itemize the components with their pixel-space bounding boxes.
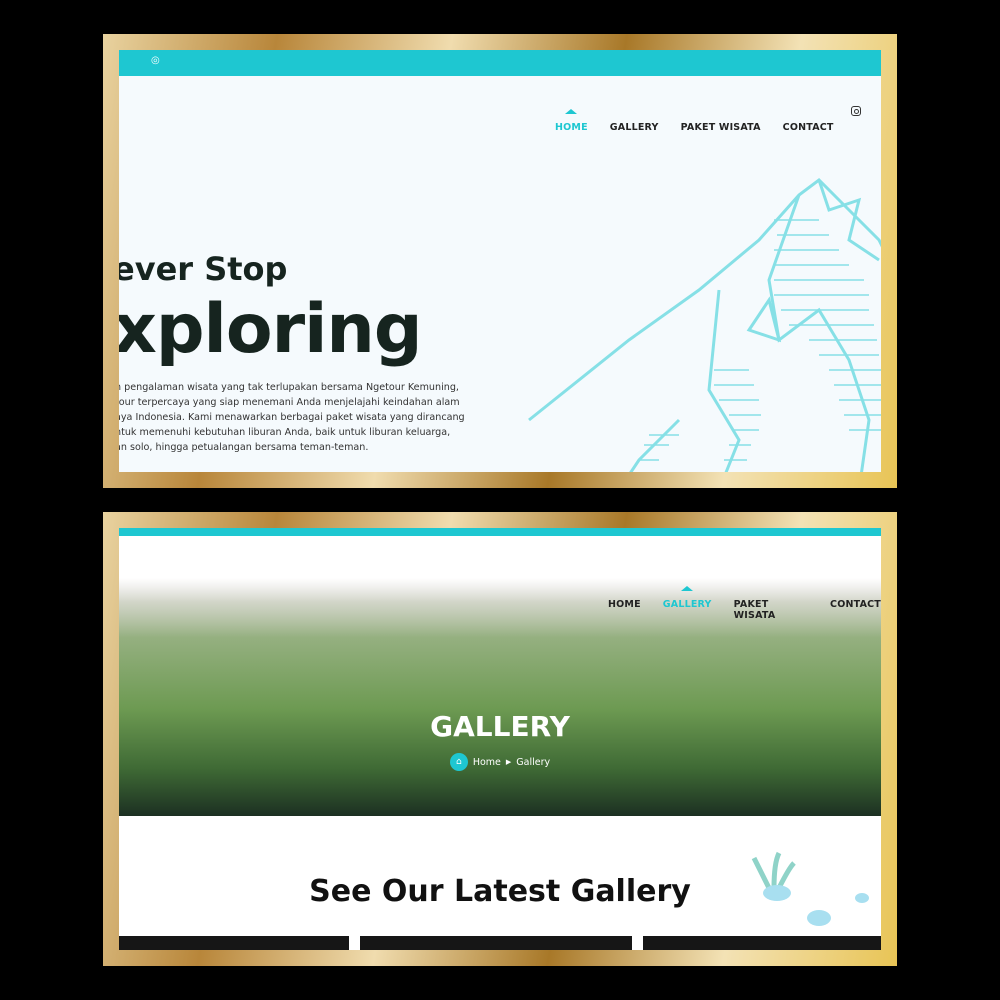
nav-paket-wisata[interactable]: PAKET WISATA bbox=[681, 122, 761, 133]
breadcrumb-home[interactable]: Home bbox=[473, 757, 501, 768]
hero-heading-line1: ever Stop bbox=[119, 250, 288, 288]
breadcrumb-current: Gallery bbox=[516, 756, 551, 768]
top-bar: ◎ bbox=[119, 50, 881, 76]
description-line: aya Indonesia. Kami menawarkan berbagai … bbox=[119, 412, 465, 423]
page-title: GALLERY bbox=[430, 710, 570, 743]
instagram-icon[interactable] bbox=[851, 106, 861, 116]
description-line: tour terpercaya yang siap menemani Anda … bbox=[119, 397, 460, 408]
nav-paket-wisata[interactable]: PAKET WISATA bbox=[734, 599, 808, 621]
caret-right-icon: ▶ bbox=[505, 758, 512, 766]
nav-contact[interactable]: CONTACT bbox=[830, 599, 881, 621]
gallery-card[interactable] bbox=[643, 936, 881, 950]
section-title: See Our Latest Gallery bbox=[309, 874, 691, 909]
top-bar bbox=[119, 528, 881, 536]
hero-description: n pengalaman wisata yang tak terlupakan … bbox=[119, 380, 465, 455]
nav-home[interactable]: HOME bbox=[555, 122, 588, 133]
screenshot-frame-gallery: GALLERY ⌂ Home ▶ Gallery HOME GALLERY PA… bbox=[103, 512, 897, 966]
nav-home[interactable]: HOME bbox=[608, 599, 641, 621]
mountain-illustration bbox=[528, 178, 881, 472]
home-icon[interactable]: ⌂ bbox=[449, 753, 468, 771]
nav-gallery[interactable]: GALLERY bbox=[663, 599, 712, 621]
description-line: ntuk memenuhi kebutuhan liburan Anda, ba… bbox=[119, 427, 451, 438]
description-line: n pengalaman wisata yang tak terlupakan … bbox=[119, 382, 459, 393]
gallery-card[interactable] bbox=[360, 936, 632, 950]
description-line: an solo, hingga petualangan bersama tema… bbox=[119, 442, 369, 453]
gallery-card[interactable] bbox=[119, 936, 349, 950]
hero-heading-line2: xploring bbox=[119, 290, 422, 369]
main-nav: HOME GALLERY PAKET WISATA CONTACT bbox=[608, 599, 881, 621]
instagram-icon[interactable]: ◎ bbox=[151, 55, 160, 66]
gallery-page: GALLERY ⌂ Home ▶ Gallery HOME GALLERY PA… bbox=[119, 528, 881, 950]
nav-gallery[interactable]: GALLERY bbox=[610, 122, 659, 133]
screenshot-frame-home: ◎ HOME GALLERY PAKET WISATA CONTACT ever… bbox=[103, 34, 897, 488]
main-nav: HOME GALLERY PAKET WISATA CONTACT bbox=[555, 122, 834, 133]
nav-contact[interactable]: CONTACT bbox=[783, 122, 834, 133]
breadcrumb: ⌂ Home ▶ Gallery bbox=[119, 753, 881, 771]
home-page: ◎ HOME GALLERY PAKET WISATA CONTACT ever… bbox=[119, 50, 881, 472]
